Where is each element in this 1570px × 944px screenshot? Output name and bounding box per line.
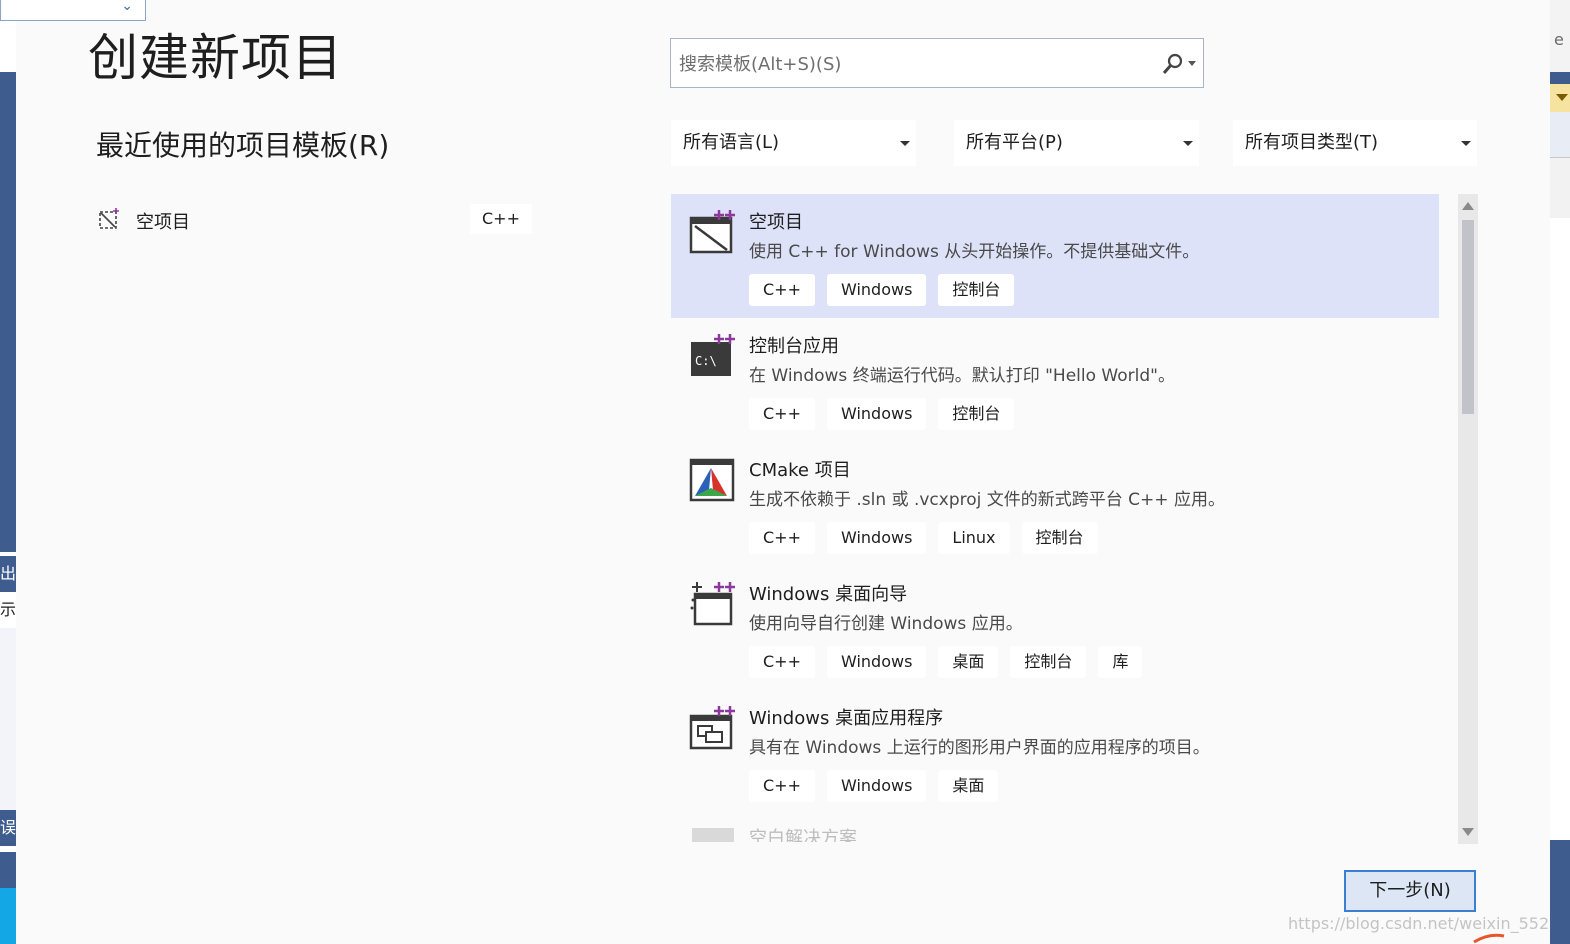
template-tag: 控制台 (1021, 522, 1098, 554)
svg-text:C:\: C:\ (695, 354, 717, 368)
create-new-project-dialog: 创建新项目 最近使用的项目模板(R) 空项目 C++ 所有语言(L) 所有平台(… (16, 0, 1570, 944)
template-description: 具有在 Windows 上运行的图形用户界面的应用程序的项目。 (749, 738, 1210, 758)
template-tags: C++ Windows Linux 控制台 (749, 522, 1098, 554)
desktop-wizard-icon (690, 582, 735, 626)
background-right-text: e (1550, 0, 1570, 72)
template-tag: 控制台 (938, 274, 1015, 306)
template-item-console-app[interactable]: C:\ 控制台应用 在 Windows 终端运行代码。默认打印 "Hello W… (671, 318, 1439, 442)
template-description: 在 Windows 终端运行代码。默认打印 "Hello World"。 (749, 366, 1175, 386)
scroll-down-arrow-icon[interactable] (1462, 828, 1474, 836)
template-tags: C++ Windows 桌面 (749, 770, 999, 802)
search-options-caret-icon[interactable] (1188, 61, 1196, 66)
console-app-icon: C:\ (691, 334, 735, 376)
template-tag: Windows (826, 522, 927, 554)
background-dropdown (1550, 84, 1570, 112)
template-tag: Windows (826, 274, 927, 306)
background-panel-2 (0, 628, 16, 810)
background-panel (1550, 72, 1570, 84)
template-description: 生成不依赖于 .sln 或 .vcxproj 文件的新式跨平台 C++ 应用。 (749, 490, 1225, 510)
template-tags: C++ Windows 控制台 (749, 398, 1015, 430)
background-window-left-edge: 出 示 误 (0, 0, 16, 944)
background-combo-box[interactable]: ⌄ (0, 0, 146, 21)
background-label-2: 示 (0, 592, 16, 628)
recent-item-empty-project[interactable]: 空项目 C++ (98, 204, 534, 236)
template-name: Windows 桌面向导 (749, 584, 908, 605)
chevron-down-icon: ⌄ (121, 0, 133, 14)
recent-templates-heading: 最近使用的项目模板(R) (96, 129, 390, 162)
template-description: 使用向导自行创建 Windows 应用。 (749, 614, 1023, 634)
background-panel (1550, 157, 1570, 218)
project-type-filter-label: 所有项目类型(T) (1245, 132, 1379, 153)
template-item-cmake-project[interactable]: CMake 项目 生成不依赖于 .sln 或 .vcxproj 文件的新式跨平台… (671, 442, 1439, 566)
template-name: 空白解决方案 (749, 828, 857, 842)
chevron-down-icon (900, 141, 910, 146)
background-right-char: e (1554, 30, 1564, 49)
template-tag: 控制台 (938, 398, 1015, 430)
template-name: CMake 项目 (749, 460, 851, 481)
scribble-mark (1473, 933, 1505, 944)
template-tag: 库 (1098, 646, 1143, 678)
template-list: 空项目 使用 C++ for Windows 从头开始操作。不提供基础文件。 C… (671, 194, 1439, 842)
template-tags: C++ Windows 桌面 控制台 库 (749, 646, 1143, 678)
template-tag: C++ (749, 522, 815, 554)
template-tag: 控制台 (1010, 646, 1087, 678)
blank-solution-icon (692, 828, 734, 842)
background-label-1: 出 (0, 556, 16, 592)
template-tags: C++ Windows 控制台 (749, 274, 1015, 306)
background-panel (1550, 112, 1570, 157)
template-tag: Windows (826, 646, 927, 678)
desktop-app-icon (689, 706, 735, 750)
template-name: Windows 桌面应用程序 (749, 708, 944, 729)
page-title: 创建新项目 (88, 29, 343, 87)
template-name: 控制台应用 (749, 336, 839, 357)
language-filter-label: 所有语言(L) (683, 132, 780, 153)
template-tag: 桌面 (938, 646, 999, 678)
template-tag: Windows (826, 770, 927, 802)
template-item-blank-solution[interactable]: 空白解决方案 (671, 814, 1439, 842)
template-tag: C++ (749, 398, 815, 430)
background-panel (0, 72, 16, 552)
scroll-up-arrow-icon[interactable] (1462, 202, 1474, 210)
template-item-desktop-wizard[interactable]: Windows 桌面向导 使用向导自行创建 Windows 应用。 C++ Wi… (671, 566, 1439, 690)
cmake-icon (689, 458, 735, 502)
template-item-desktop-app[interactable]: Windows 桌面应用程序 具有在 Windows 上运行的图形用户界面的应用… (671, 690, 1439, 814)
template-item-empty-project[interactable]: 空项目 使用 C++ for Windows 从头开始操作。不提供基础文件。 C… (671, 194, 1439, 318)
template-tag: C++ (749, 770, 815, 802)
empty-project-icon (99, 208, 119, 229)
chevron-down-icon (1183, 141, 1193, 146)
background-panel-4 (0, 888, 16, 944)
background-panel-3 (0, 852, 16, 888)
watermark: https://blog.csdn.net/weixin_55235022 (1288, 914, 1570, 933)
empty-project-icon (689, 210, 735, 254)
platform-filter-label: 所有平台(P) (966, 132, 1063, 153)
template-description: 使用 C++ for Windows 从头开始操作。不提供基础文件。 (749, 242, 1200, 262)
caret-down-icon (1556, 94, 1568, 101)
search-icon[interactable] (1161, 52, 1185, 76)
chevron-down-icon (1461, 141, 1471, 146)
project-type-filter-dropdown[interactable]: 所有项目类型(T) (1233, 120, 1477, 166)
recent-item-label: 空项目 (136, 212, 190, 233)
template-tag: 桌面 (938, 770, 999, 802)
template-tag: C++ (749, 274, 815, 306)
template-tag: Windows (826, 398, 927, 430)
next-button[interactable]: 下一步(N) (1344, 870, 1476, 912)
recent-item-tag: C++ (470, 204, 532, 234)
background-window-right-edge: e (1550, 0, 1570, 944)
search-input[interactable] (677, 47, 1151, 81)
template-tag: C++ (749, 646, 815, 678)
background-panel (1550, 840, 1570, 944)
background-label-3: 误 (0, 810, 16, 846)
platform-filter-dropdown[interactable]: 所有平台(P) (954, 120, 1199, 166)
template-tag: Linux (938, 522, 1010, 554)
language-filter-dropdown[interactable]: 所有语言(L) (671, 120, 916, 166)
template-name: 空项目 (749, 212, 803, 233)
template-list-scrollbar[interactable] (1458, 194, 1478, 844)
search-box (670, 38, 1204, 88)
scrollbar-thumb[interactable] (1462, 220, 1474, 414)
